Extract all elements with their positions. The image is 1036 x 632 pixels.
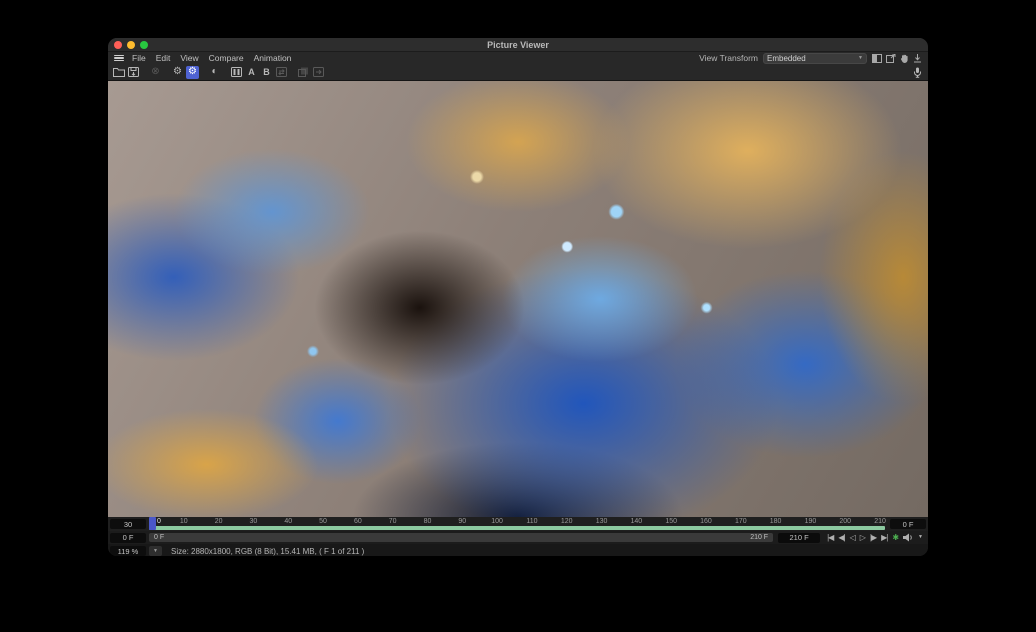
menu-items: File Edit View Compare Animation	[132, 53, 291, 63]
settings-gear-button[interactable]: ⚙	[171, 66, 184, 79]
goto-start-button[interactable]: |◀	[825, 532, 835, 543]
view-transform-label: View Transform	[699, 53, 758, 63]
picture-viewer-window: Picture Viewer File Edit View Compare Animat…	[108, 38, 928, 556]
goto-end-button[interactable]: ▶|	[879, 532, 889, 543]
ab-compare-button[interactable]	[230, 66, 243, 79]
ruler-tick: 100	[491, 518, 503, 525]
view-transform-group: View Transform Embedded ▼	[699, 53, 922, 64]
save-image-button[interactable]	[127, 66, 140, 79]
chevron-down-icon: ▼	[858, 55, 863, 61]
copy-image-button	[297, 66, 310, 79]
hand-pan-icon[interactable]	[900, 54, 909, 63]
fps-field[interactable]: 30	[110, 519, 146, 529]
zoom-level-field[interactable]: 119 %	[110, 546, 146, 556]
loop-options-button[interactable]: ✱	[890, 532, 900, 543]
ruler-tick: 130	[596, 518, 608, 525]
ruler-tick: 30	[250, 518, 258, 525]
play-backward-button[interactable]: ◁	[848, 532, 857, 543]
playhead[interactable]	[149, 517, 156, 530]
ruler-tick: 150	[665, 518, 677, 525]
dock-icon[interactable]	[913, 54, 922, 63]
menu-animation[interactable]: Animation	[254, 53, 292, 63]
ruler-tick: 10	[180, 518, 188, 525]
menu-file[interactable]: File	[132, 53, 146, 63]
ruler-tick: 190	[805, 518, 817, 525]
ruler-tick: 170	[735, 518, 747, 525]
detach-window-icon[interactable]	[886, 54, 896, 63]
microphone-button[interactable]	[911, 66, 924, 79]
view-transform-value: Embedded	[767, 54, 806, 63]
status-info: Size: 2880x1800, RGB (8 Bit), 15.41 MB, …	[171, 547, 364, 556]
titlebar: Picture Viewer	[108, 38, 928, 52]
cache-bar	[149, 526, 885, 530]
timeline-ruler-row: 30 1020304050607080901001101201301401501…	[108, 517, 928, 531]
step-back-button[interactable]: ◀|	[836, 532, 846, 543]
contrast-filter-button[interactable]: ◐	[208, 66, 221, 79]
menu-edit[interactable]: Edit	[156, 53, 171, 63]
step-forward-button[interactable]: |▶	[868, 532, 878, 543]
split-view-icon[interactable]	[872, 54, 882, 63]
ruler-tick: 160	[700, 518, 712, 525]
playback-menu-button[interactable]: ▼	[916, 532, 924, 543]
ruler-tick: 140	[631, 518, 643, 525]
ruler-tick: 20	[215, 518, 223, 525]
timeline-ruler[interactable]: 10 20 30 40 50 60 70 80 90 100 110 120 130 140 150 160 1…	[149, 517, 887, 531]
sound-button[interactable]	[901, 532, 915, 543]
image-canvas[interactable]	[108, 81, 928, 517]
ruler-tick: 210	[874, 518, 886, 525]
swap-ab-button	[275, 66, 288, 79]
range-start-label: 0 F	[154, 534, 164, 541]
zoom-dropdown-button[interactable]: ▼	[149, 546, 162, 556]
ruler-tick: 90	[458, 518, 466, 525]
ruler-tick: 50	[319, 518, 327, 525]
preview-range-row: 0 F 0 F 210 F 210 F |◀◀|◁▷|▶▶|✱ ▼	[108, 531, 928, 544]
ruler-tick: 110	[526, 518, 537, 525]
menubar: File Edit View Compare Animation View Transf…	[108, 52, 928, 64]
display-settings-gear-button[interactable]: ⚙	[186, 66, 199, 79]
play-forward-button[interactable]: ▷	[858, 532, 867, 543]
menu-compare[interactable]: Compare	[209, 53, 244, 63]
playback-controls: |◀◀|◁▷|▶▶|✱ ▼	[823, 532, 926, 543]
ruler-tick: 70	[389, 518, 397, 525]
ruler-tick: 200	[839, 518, 851, 525]
range-end-label: 210 F	[750, 534, 768, 541]
set-image-b-button[interactable]: B	[260, 66, 273, 79]
status-row: 119 % ▼ Size: 2880x1800, RGB (8 Bit), 15…	[108, 544, 928, 556]
frame-offset-field[interactable]: 0 F	[890, 519, 926, 529]
end-frame-field[interactable]: 210 F	[778, 533, 820, 543]
ruler-tick: 80	[424, 518, 432, 525]
preview-range-bar[interactable]: 0 F 210 F	[149, 533, 773, 542]
open-file-button[interactable]	[112, 66, 125, 79]
menu-view[interactable]: View	[180, 53, 198, 63]
toolbar: ⊗ ⚙ ⚙ ◐ A B	[108, 64, 928, 81]
current-frame-field[interactable]: 0 F	[110, 533, 146, 543]
ruler-tick: 120	[561, 518, 573, 525]
desktop-background: Picture Viewer File Edit View Compare Animat…	[0, 0, 1036, 632]
playhead-frame-label: 0	[157, 518, 161, 525]
menu-icon[interactable]	[114, 55, 124, 62]
set-image-a-button[interactable]: A	[245, 66, 258, 79]
ruler-tick: 40	[284, 518, 292, 525]
window-title: Picture Viewer	[108, 40, 928, 50]
ruler-tick: 60	[354, 518, 362, 525]
paste-image-button	[312, 66, 325, 79]
ruler-tick: 180	[770, 518, 782, 525]
view-transform-select[interactable]: Embedded ▼	[763, 53, 867, 64]
stop-render-button: ⊗	[149, 66, 162, 79]
